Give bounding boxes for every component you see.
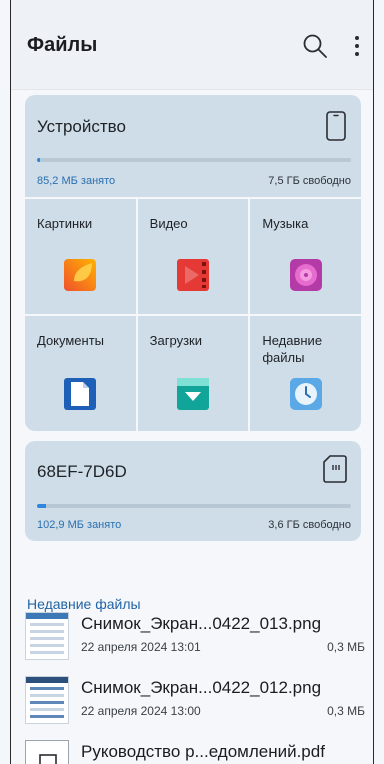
file-name: Снимок_Экран...0422_012.png [81, 678, 322, 697]
pdf-icon [39, 754, 57, 764]
sd-card-free-text: 3,6 ГБ свободно [268, 519, 351, 531]
list-item[interactable]: Снимок_Экран...0422_012.png 22 апреля 20… [25, 676, 365, 736]
list-item[interactable]: Снимок_Экран...0422_013.png 22 апреля 20… [25, 612, 365, 672]
phone-icon [326, 111, 346, 141]
file-thumbnail [25, 676, 69, 724]
device-storage-card[interactable]: Устройство 85,2 МБ занято 7,5 ГБ свободн… [25, 95, 361, 197]
device-usage-fill [37, 158, 41, 162]
sd-card-used-text: 102,9 МБ занято [37, 519, 122, 531]
category-label: Видео [149, 216, 188, 231]
sd-card-usage-fill [37, 504, 47, 508]
category-label: Загрузки [149, 333, 202, 348]
file-date: 22 апреля 2024 13:01 [81, 640, 201, 654]
device-usage-bar [37, 158, 351, 162]
more-vert-icon[interactable] [349, 34, 365, 58]
sd-card-icon [323, 455, 347, 483]
file-thumbnail [25, 612, 69, 660]
category-recent-files[interactable]: Недавние файлы [250, 316, 361, 431]
sd-card-storage-card[interactable]: 68EF-7D6D 102,9 МБ занято 3,6 ГБ свободн… [25, 441, 361, 541]
recent-files-title: Недавние файлы [27, 596, 141, 612]
sd-card-title: 68EF-7D6D [37, 462, 127, 481]
file-name: Снимок_Экран...0422_013.png [81, 614, 322, 633]
music-icon [289, 259, 322, 291]
device-title: Устройство [37, 117, 126, 136]
document-icon [64, 378, 97, 410]
file-size: 0,3 МБ [327, 640, 365, 654]
list-item[interactable]: Руководство р...едомлений.pdf [25, 740, 365, 764]
video-icon [176, 259, 209, 291]
file-name: Руководство р...едомлений.pdf [81, 742, 325, 761]
app-frame: Файлы Устройство 85,2 МБ занято 7,5 ГБ с… [10, 0, 374, 764]
clock-icon [289, 378, 322, 410]
file-date: 22 апреля 2024 13:00 [81, 704, 201, 718]
category-label: Картинки [37, 216, 93, 231]
device-used-text: 85,2 МБ занято [37, 175, 116, 187]
category-label: Документы [37, 333, 105, 348]
category-label: Музыка [262, 216, 309, 231]
category-grid: Картинки Видео Музыка Документы Загрузки… [25, 199, 361, 431]
file-thumbnail [25, 740, 69, 764]
sd-card-usage-bar [37, 504, 351, 508]
category-video[interactable]: Видео [137, 199, 249, 314]
category-label: Недавние файлы [262, 333, 323, 365]
file-size: 0,3 МБ [327, 704, 365, 718]
category-downloads[interactable]: Загрузки [137, 316, 249, 431]
images-icon [64, 259, 97, 291]
category-documents[interactable]: Документы [25, 316, 136, 431]
device-free-text: 7,5 ГБ свободно [268, 175, 351, 187]
downloads-icon [176, 378, 209, 410]
app-bar: Файлы [11, 0, 373, 90]
search-icon[interactable] [301, 32, 329, 60]
page-title: Файлы [27, 34, 98, 56]
category-images[interactable]: Картинки [25, 199, 136, 314]
category-music[interactable]: Музыка [250, 199, 361, 314]
